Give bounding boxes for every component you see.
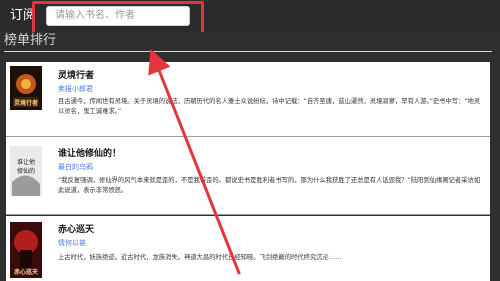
book-author[interactable]: 情何以甚 — [58, 238, 86, 248]
section-title: 榜单排行 — [4, 33, 57, 48]
svg-text:灵境行者: 灵境行者 — [13, 99, 38, 107]
card-divider — [6, 214, 490, 215]
book-title[interactable]: 灵境行者 — [58, 70, 94, 82]
svg-text:谁让他: 谁让他 — [17, 158, 35, 166]
book-cover: 灵境行者 — [10, 66, 42, 110]
ranking-content: 榜单排行 灵境行者 灵境行者 卖报小郎君 且古通今，传闻世有灵境。关于灵境的说法… — [0, 32, 500, 281]
book-card[interactable]: 赤心巡天 赤心巡天 情何以甚 上古时代，妖族绝迹。近古时代，龙族消失。神道大昌的… — [6, 216, 490, 281]
book-author[interactable]: 最白的乌鸦 — [58, 162, 93, 172]
book-description: “我反复强调，修仙界的风气本来就是歪的，不是我带歪的。都说史书是胜利者书写的，那… — [58, 177, 481, 194]
book-cover: 赤心巡天 — [10, 222, 42, 278]
svg-text:赤心巡天: 赤心巡天 — [14, 268, 38, 276]
card-divider — [6, 136, 490, 137]
book-description: 上古时代，妖族绝迹。近古时代，龙族消失。神道大昌的时代已经知晓。飞剑绝巅的时代终… — [58, 254, 342, 261]
book-cover: 谁让他 修仙的 — [10, 146, 42, 196]
svg-text:修仙的: 修仙的 — [17, 167, 35, 175]
book-description: 且古通今，传闻世有灵境。关于灵境的说法，历朝历代的名人雅士众说纷纭，诗中记载：“… — [58, 98, 481, 115]
book-title[interactable]: 谁让他修仙的！ — [58, 148, 121, 160]
book-card[interactable]: 谁让他 修仙的 谁让他修仙的！ 最白的乌鸦 “我反复强调，修仙界的风气本来就是歪… — [6, 138, 490, 215]
book-title[interactable]: 赤心巡天 — [58, 224, 94, 236]
section-divider — [4, 51, 492, 52]
book-author[interactable]: 卖报小郎君 — [58, 84, 93, 94]
